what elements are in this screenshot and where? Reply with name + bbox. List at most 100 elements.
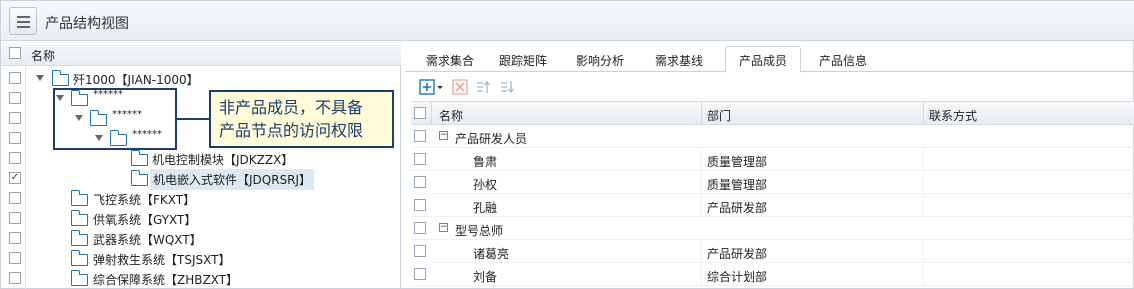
cell-divider bbox=[701, 171, 702, 194]
member-department: 综合计划部 bbox=[707, 270, 768, 284]
tree-node-label: 机电嵌入式软件【JDQRSRJ】 bbox=[150, 169, 315, 190]
cell-divider bbox=[923, 240, 924, 263]
tab-trace-matrix[interactable]: 跟踪矩阵 bbox=[499, 52, 547, 69]
folder-icon bbox=[130, 150, 148, 166]
tree-node-label: 飞控系统【FKXT】 bbox=[93, 193, 196, 207]
select-all-checkbox[interactable] bbox=[9, 47, 21, 59]
tree-node-label: 歼1000【JIAN-1000】 bbox=[73, 73, 199, 87]
cell-divider bbox=[923, 171, 924, 194]
table-row[interactable]: 鲁肃 质量管理部 bbox=[411, 148, 1134, 171]
group-row[interactable]: − 型号总师 bbox=[411, 217, 1134, 240]
folder-icon bbox=[70, 270, 88, 286]
tree-node[interactable]: 供氧系统【GYXT】 bbox=[1, 208, 401, 228]
member-name: 鲁肃 bbox=[473, 155, 498, 169]
tree-node-checkbox[interactable]: ✓ bbox=[9, 172, 21, 184]
annotation-line-1: 非产品成员，不具备 bbox=[219, 98, 364, 117]
row-checkbox[interactable] bbox=[414, 199, 426, 211]
tab-product-info[interactable]: 产品信息 bbox=[819, 52, 867, 69]
group-label: 型号总师 bbox=[455, 224, 504, 238]
tab-bar: 需求集合 跟踪矩阵 影响分析 需求基线 产品成员 产品信息 bbox=[405, 42, 1134, 73]
table-row[interactable]: 孙权 质量管理部 bbox=[411, 171, 1134, 194]
tree-node[interactable]: 综合保障系统【ZHBZXT】 bbox=[1, 268, 401, 288]
product-tree-panel: 名称 歼1000【JIAN-1000】 ****** ****** ****** bbox=[1, 42, 401, 289]
group-label: 产品研发人员 bbox=[455, 132, 528, 146]
collapse-icon[interactable]: − bbox=[439, 131, 448, 140]
folder-icon bbox=[130, 170, 148, 186]
delete-icon[interactable] bbox=[452, 79, 468, 95]
member-name: 孔融 bbox=[473, 201, 498, 215]
toolbar bbox=[405, 73, 1134, 101]
members-grid-header: 名称 部门 联系方式 bbox=[411, 101, 1134, 125]
group-checkbox[interactable] bbox=[414, 130, 426, 142]
move-up-icon[interactable] bbox=[475, 79, 491, 95]
tree-node-checkbox[interactable] bbox=[9, 212, 21, 224]
tree-node-checkbox[interactable] bbox=[9, 72, 21, 84]
group-checkbox[interactable] bbox=[414, 222, 426, 234]
column-header-name[interactable]: 名称 bbox=[439, 107, 463, 124]
member-department: 产品研发部 bbox=[707, 247, 768, 261]
expand-triangle-icon[interactable] bbox=[36, 75, 44, 81]
member-name: 诸葛亮 bbox=[473, 247, 510, 261]
column-divider bbox=[701, 102, 702, 124]
row-checkbox[interactable] bbox=[414, 153, 426, 165]
tree-node[interactable]: 歼1000【JIAN-1000】 bbox=[1, 68, 401, 88]
tree-node[interactable]: 飞控系统【FKXT】 bbox=[1, 188, 401, 208]
column-header-department[interactable]: 部门 bbox=[707, 107, 731, 124]
tree-node-label: 机电控制模块【JDKZZX】 bbox=[152, 153, 294, 167]
annotation-line-2: 产品节点的访问权限 bbox=[219, 121, 364, 140]
tree-node-label: 弹射救生系统【TSJSXT】 bbox=[93, 253, 231, 267]
group-row[interactable]: − 产品研发人员 bbox=[411, 125, 1134, 148]
tree-node-checkbox[interactable] bbox=[9, 152, 21, 164]
tree-node-checkbox[interactable] bbox=[9, 232, 21, 244]
tree-node-checkbox[interactable] bbox=[9, 252, 21, 264]
page-title: 产品结构视图 bbox=[45, 16, 129, 32]
tree-node-checkbox[interactable] bbox=[9, 192, 21, 204]
tree-node-checkbox[interactable] bbox=[9, 272, 21, 284]
row-checkbox[interactable] bbox=[414, 176, 426, 188]
move-down-icon[interactable] bbox=[499, 79, 515, 95]
table-row[interactable]: 诸葛亮 产品研发部 bbox=[411, 240, 1134, 263]
member-name: 孙权 bbox=[473, 178, 498, 192]
tab-impact-analysis[interactable]: 影响分析 bbox=[576, 52, 624, 69]
folder-icon bbox=[70, 190, 88, 206]
menu-button[interactable] bbox=[9, 7, 37, 35]
tree-node[interactable]: 弹射救生系统【TSJSXT】 bbox=[1, 248, 401, 268]
add-icon[interactable] bbox=[419, 79, 435, 95]
cell-divider bbox=[923, 263, 924, 286]
member-name: 刘备 bbox=[473, 270, 498, 284]
tree-node-checkbox[interactable] bbox=[9, 92, 21, 104]
table-row[interactable]: 孔融 产品研发部 bbox=[411, 194, 1134, 217]
member-department: 产品研发部 bbox=[707, 201, 768, 215]
tree-node-checkbox[interactable] bbox=[9, 132, 21, 144]
tree-node[interactable]: ✓ 机电嵌入式软件【JDQRSRJ】 bbox=[1, 168, 401, 190]
select-all-members-checkbox[interactable] bbox=[414, 107, 426, 119]
column-header-contact[interactable]: 联系方式 bbox=[929, 107, 977, 124]
row-checkbox[interactable] bbox=[414, 245, 426, 257]
tree-node[interactable]: 武器系统【WQXT】 bbox=[1, 228, 401, 248]
folder-icon bbox=[70, 230, 88, 246]
cell-divider bbox=[701, 263, 702, 286]
cell-divider bbox=[923, 194, 924, 217]
tree-header: 名称 bbox=[1, 42, 401, 66]
tree-node-checkbox[interactable] bbox=[9, 112, 21, 124]
title-bar: 产品结构视图 bbox=[1, 1, 1134, 41]
table-row[interactable]: 刘备 综合计划部 bbox=[411, 263, 1134, 286]
cell-divider bbox=[701, 194, 702, 217]
collapse-icon[interactable]: − bbox=[439, 223, 448, 232]
tree-node-label: 武器系统【WQXT】 bbox=[93, 233, 202, 247]
member-department: 质量管理部 bbox=[707, 155, 768, 169]
tree-node[interactable]: 机电控制模块【JDKZZX】 bbox=[1, 148, 401, 168]
dropdown-arrow-icon[interactable] bbox=[436, 79, 444, 95]
row-checkbox[interactable] bbox=[414, 268, 426, 280]
tab-requirement-baseline[interactable]: 需求基线 bbox=[655, 52, 703, 69]
folder-icon bbox=[70, 250, 88, 266]
detail-panel: 需求集合 跟踪矩阵 影响分析 需求基线 产品成员 产品信息 名称 部门 联系方式… bbox=[405, 42, 1134, 289]
cell-divider bbox=[701, 240, 702, 263]
cell-divider bbox=[701, 148, 702, 171]
member-department: 质量管理部 bbox=[707, 178, 768, 192]
folder-icon bbox=[70, 210, 88, 226]
tab-requirement-sets[interactable]: 需求集合 bbox=[426, 52, 474, 69]
tab-product-members[interactable]: 产品成员 bbox=[725, 46, 802, 73]
column-divider bbox=[431, 102, 432, 124]
cell-divider bbox=[923, 148, 924, 171]
